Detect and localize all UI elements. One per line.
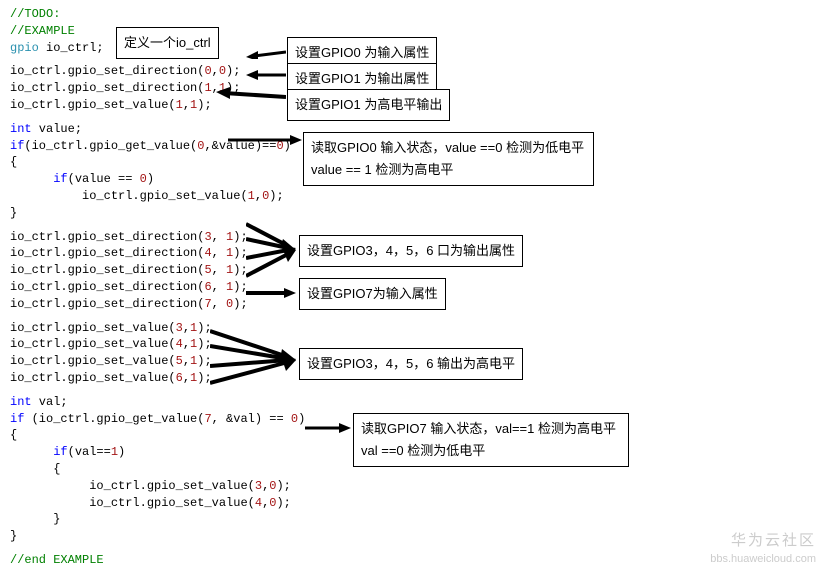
code-line: io_ctrl.gpio_set_value(3,1);: [10, 320, 816, 337]
annotation-define: 定义一个io_ctrl: [116, 27, 219, 59]
code-line: }: [10, 205, 816, 222]
annotation-gpio1-high: 设置GPIO1 为高电平输出: [287, 89, 450, 121]
code-line: int val;: [10, 394, 816, 411]
txt: //EXAMPLE: [10, 24, 75, 38]
arrow-icon: [216, 87, 286, 102]
code-line: }: [10, 528, 816, 545]
arrow-icon: [305, 420, 351, 434]
watermark-url: bbs.huaweicloud.com: [710, 552, 816, 567]
code-line: //TODO:: [10, 6, 816, 23]
code-line: io_ctrl.gpio_set_value(1,0);: [10, 188, 816, 205]
arrow-icon: [228, 132, 302, 147]
code-line: io_ctrl.gpio_set_value(3,0);: [10, 478, 816, 495]
arrow-icon: [246, 67, 286, 82]
annotation-gpio3456-out: 设置GPIO3，4，5，6 口为输出属性: [299, 235, 523, 267]
arrow-icon: [246, 44, 286, 59]
txt: io_ctrl;: [39, 41, 104, 55]
annotation-read-gpio7: 读取GPIO7 输入状态，val==1 检测为高电平 val ==0 检测为低电…: [353, 413, 629, 467]
arrow-icon: [210, 358, 296, 386]
annotation-read-gpio0: 读取GPIO0 输入状态，value ==0 检测为低电平 value == 1…: [303, 132, 594, 186]
annotation-gpio7-in: 设置GPIO7为输入属性: [299, 278, 446, 310]
code-line: //end EXAMPLE: [10, 552, 816, 569]
arrow-icon: [246, 248, 296, 280]
watermark-title: 华为云社区: [731, 530, 816, 551]
arrow-icon: [246, 285, 296, 300]
annotation-gpio3456-high: 设置GPIO3，4，5，6 输出为高电平: [299, 348, 523, 380]
txt: gpio: [10, 41, 39, 55]
code-line: }: [10, 511, 816, 528]
code-line: io_ctrl.gpio_set_value(4,0);: [10, 495, 816, 512]
